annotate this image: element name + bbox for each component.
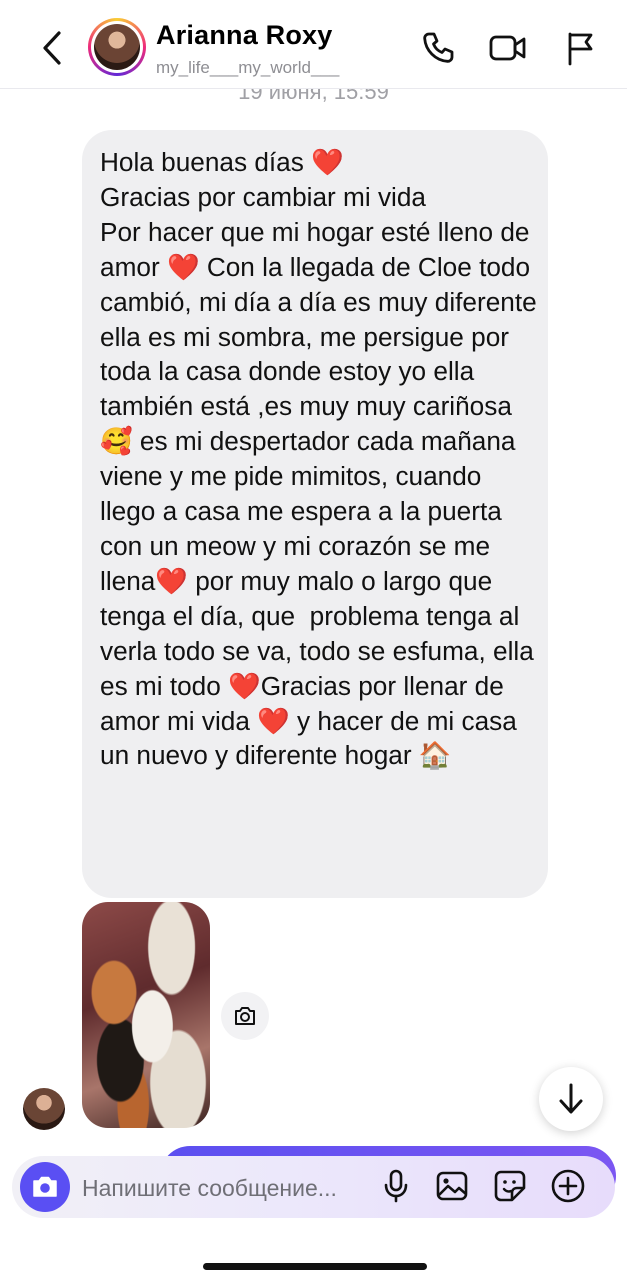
back-chevron-icon[interactable] <box>34 28 70 68</box>
chat-header: Arianna Roxy my_life___my_world___ <box>0 0 627 89</box>
message-text: Hola buenas días ❤️ Gracias por cambiar … <box>100 147 537 771</box>
photo-message[interactable] <box>82 902 210 1128</box>
sender-avatar[interactable] <box>23 1088 65 1130</box>
microphone-icon[interactable] <box>376 1166 416 1206</box>
home-indicator <box>203 1263 427 1270</box>
contact-name[interactable]: Arianna Roxy <box>156 20 332 51</box>
plus-circle-icon[interactable] <box>548 1166 588 1206</box>
camera-icon[interactable] <box>221 992 269 1040</box>
flag-icon[interactable] <box>560 28 600 68</box>
gallery-icon[interactable] <box>432 1166 472 1206</box>
message-input[interactable] <box>82 1172 372 1204</box>
contact-avatar[interactable] <box>88 18 146 76</box>
scroll-down-button[interactable] <box>539 1067 603 1131</box>
video-camera-icon[interactable] <box>488 28 528 68</box>
phone-icon[interactable] <box>418 28 458 68</box>
camera-icon[interactable] <box>20 1162 70 1212</box>
contact-username[interactable]: my_life___my_world___ <box>156 58 339 78</box>
sticker-icon[interactable] <box>490 1166 530 1206</box>
